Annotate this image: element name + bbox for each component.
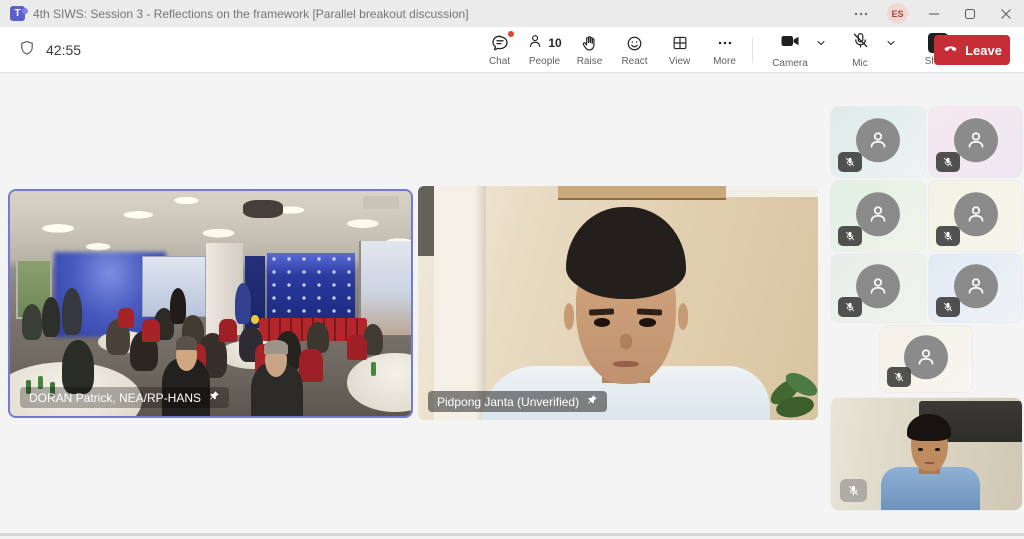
conference-room-video — [10, 191, 411, 416]
window-bottom-edge — [0, 533, 1024, 536]
mic-muted-badge — [936, 226, 960, 246]
teams-icon: T — [10, 6, 25, 21]
person-avatar-icon — [856, 118, 900, 162]
camera-options-chevron[interactable] — [815, 37, 827, 49]
camera-button[interactable]: Camera — [767, 32, 813, 69]
person-avatar-icon — [954, 118, 998, 162]
participant-tile-3[interactable] — [831, 181, 925, 251]
participant-tile-1[interactable] — [831, 107, 925, 177]
video-tile-doran-patrick[interactable]: DORAN Patrick, NEA/RP-HANS — [8, 189, 413, 418]
view-grid-icon — [671, 33, 689, 53]
people-count: 10 — [548, 36, 561, 50]
conference-crowd — [10, 191, 411, 416]
mic-options-chevron[interactable] — [885, 37, 897, 49]
participant-tile-5[interactable] — [831, 254, 925, 322]
mic-muted-badge — [838, 226, 862, 246]
close-button[interactable] — [988, 0, 1024, 27]
mic-muted-badge — [840, 479, 867, 502]
mic-muted-badge — [887, 367, 911, 387]
person-avatar-icon — [954, 192, 998, 236]
meeting-stage: DORAN Patrick, NEA/RP-HANS — [0, 73, 1024, 536]
toolbar-separator — [752, 37, 753, 63]
person-avatar-icon — [954, 264, 998, 308]
participant-tile-6[interactable] — [929, 254, 1022, 322]
mic-muted-badge — [838, 152, 862, 172]
self-view-video-tile[interactable] — [831, 398, 1022, 510]
window-title: 4th SIWS: Session 3 - Reflections on the… — [33, 7, 469, 21]
raise-hand-icon — [580, 33, 599, 53]
person-avatar-icon — [856, 192, 900, 236]
person-avatar-icon — [856, 264, 900, 308]
name-tag-doran-patrick: DORAN Patrick, NEA/RP-HANS — [20, 387, 229, 408]
minimize-button[interactable] — [916, 0, 952, 27]
name-tag-pidpong-janta: Pidpong Janta (Unverified) — [428, 391, 607, 412]
pidpong-person — [418, 186, 818, 420]
camera-icon — [780, 32, 801, 55]
mic-muted-badge — [838, 297, 862, 317]
meeting-timer: 42:55 — [46, 42, 81, 58]
shield-icon — [18, 39, 36, 62]
react-button[interactable]: React — [612, 27, 657, 73]
meeting-toolbar: 42:55 Chat 10 People Raise — [0, 27, 1024, 73]
participant-tile-4[interactable] — [929, 181, 1022, 251]
chat-button[interactable]: Chat — [477, 27, 522, 73]
view-button[interactable]: View — [657, 27, 702, 73]
more-button[interactable]: More — [702, 27, 747, 73]
mic-muted-badge — [936, 152, 960, 172]
people-button[interactable]: 10 People — [522, 27, 567, 73]
pidpong-video — [418, 186, 818, 420]
people-icon — [527, 32, 545, 55]
chat-notification-dot — [508, 31, 514, 37]
raise-hand-button[interactable]: Raise — [567, 27, 612, 73]
video-tile-pidpong-janta[interactable]: Pidpong Janta (Unverified) — [418, 186, 818, 420]
mic-muted-icon — [851, 31, 870, 55]
react-smiley-icon — [625, 33, 644, 53]
pin-icon[interactable] — [586, 394, 598, 409]
self-view-video — [831, 398, 1022, 510]
maximize-button[interactable] — [952, 0, 988, 27]
more-ellipsis-icon — [716, 33, 734, 53]
window-titlebar: T 4th SIWS: Session 3 - Reflections on t… — [0, 0, 1024, 27]
participant-tile-2[interactable] — [929, 107, 1022, 177]
mic-button[interactable]: Mic — [837, 31, 883, 69]
profile-avatar[interactable]: ES — [887, 3, 908, 24]
chat-icon — [490, 33, 510, 53]
mic-muted-badge — [936, 297, 960, 317]
leave-button[interactable]: Leave — [934, 35, 1010, 65]
hangup-icon — [942, 40, 959, 60]
pin-icon[interactable] — [208, 390, 220, 405]
titlebar-more-icon[interactable] — [843, 0, 879, 27]
participant-tile-7[interactable] — [880, 326, 972, 392]
